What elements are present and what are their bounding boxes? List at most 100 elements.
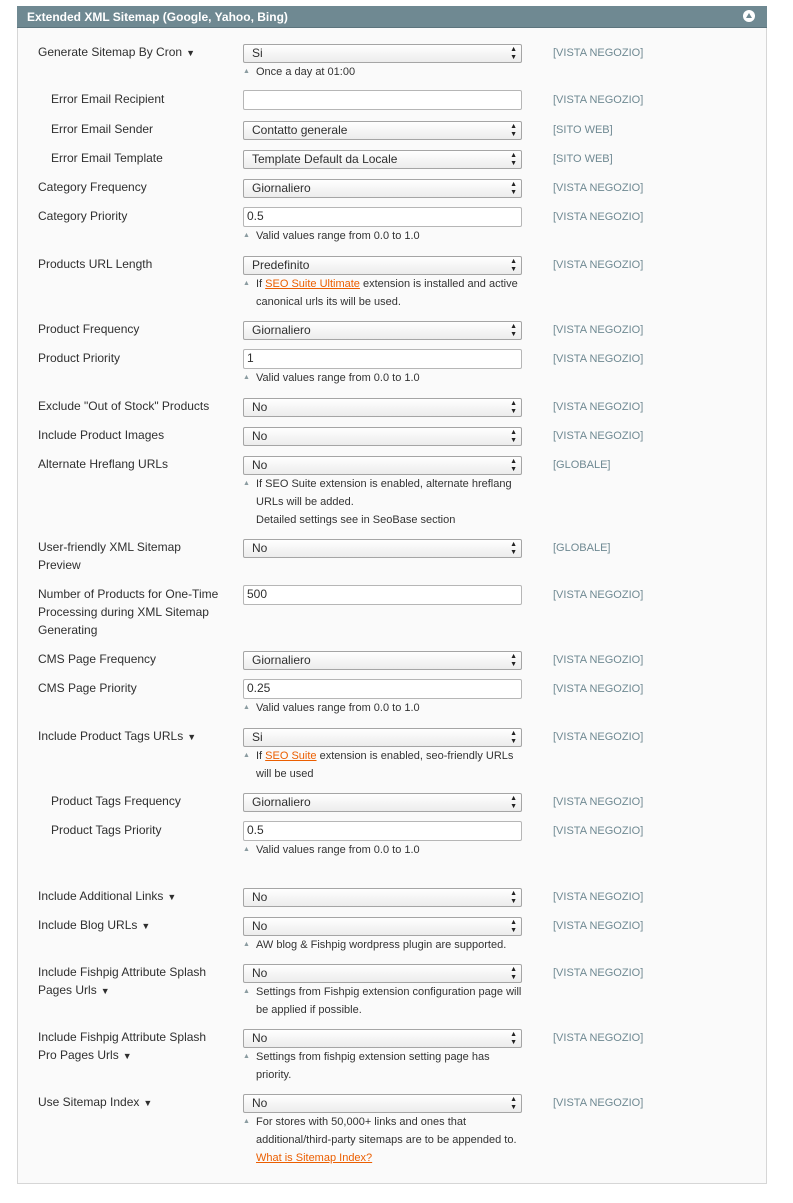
label-line: Product Frequency <box>38 322 140 336</box>
select-arrows-icon: ▲ ▼ <box>510 1031 517 1046</box>
scope-label: [VISTA NEGOZIO] <box>553 259 644 271</box>
error-email-sender-select[interactable]: Contatto generale ▲ ▼ <box>243 121 522 140</box>
label-line: Preview <box>38 558 81 572</box>
chevron-down-icon[interactable]: ▼ <box>123 1051 132 1061</box>
include-fishpig-splash-label: Include Fishpig Attribute Splash Pages Ur… <box>38 963 238 1000</box>
include-additional-links-label: Include Additional Links ▼ <box>38 887 238 906</box>
select-arrows-icon: ▲ ▼ <box>510 890 517 905</box>
products-url-length-label: Products URL Length <box>38 255 238 273</box>
note-text: Settings from Fishpig extension configur… <box>256 986 522 998</box>
error-email-recipient-input[interactable] <box>243 90 522 110</box>
include-blog-urls-select[interactable]: No ▲ ▼ <box>243 917 522 936</box>
cms-page-frequency-select[interactable]: Giornaliero ▲ ▼ <box>243 651 522 670</box>
cms-page-priority-input[interactable]: 0.25 <box>243 679 522 699</box>
note-text: Valid values range from 0.0 to 1.0 <box>256 372 420 384</box>
product-tags-priority-input[interactable]: 0.5 <box>243 821 522 841</box>
include-product-images-select[interactable]: No ▲ ▼ <box>243 427 522 446</box>
chevron-down-icon[interactable]: ▼ <box>167 892 176 902</box>
products-url-length-select[interactable]: Predefinito ▲ ▼ <box>243 256 522 275</box>
label-line: CMS Page Frequency <box>38 652 157 666</box>
include-blog-urls-label: Include Blog URLs ▼ <box>38 916 238 935</box>
scope-label: [SITO WEB] <box>553 124 613 136</box>
section-title: Extended XML Sitemap (Google, Yahoo, Bin… <box>27 10 288 24</box>
generate-sitemap-by-cron-select[interactable]: Si ▲ ▼ <box>243 44 522 63</box>
exclude-out-of-stock-select[interactable]: No ▲ ▼ <box>243 398 522 417</box>
chevron-down-icon[interactable]: ▼ <box>187 732 196 742</box>
chevron-down-icon[interactable]: ▼ <box>143 1098 152 1108</box>
select-value: No <box>252 1096 268 1110</box>
label-line: Product Priority <box>38 351 121 365</box>
select-value: Giornaliero <box>252 181 311 195</box>
use-sitemap-index-select[interactable]: No ▲ ▼ <box>243 1094 522 1113</box>
cms-page-frequency-label: CMS Page Frequency <box>38 650 238 668</box>
label-line: Pro Pages Urls <box>38 1048 119 1062</box>
alternate-hreflang-urls-select[interactable]: No ▲ ▼ <box>243 456 522 475</box>
include-fishpig-splash-pro-note: Settings from fishpig extension setting … <box>243 1048 531 1084</box>
collapse-icon[interactable] <box>743 10 755 22</box>
scope-label: [SITO WEB] <box>553 153 613 165</box>
label-line: Products URL Length <box>38 257 153 271</box>
chevron-down-icon[interactable]: ▼ <box>141 921 150 931</box>
what-is-sitemap-index-link[interactable]: What is Sitemap Index? <box>256 1152 372 1164</box>
category-priority-input[interactable]: 0.5 <box>243 207 522 227</box>
label-line: Product Tags Priority <box>51 823 162 837</box>
label-line: Alternate Hreflang URLs <box>38 457 169 471</box>
input-value: 0.5 <box>247 209 264 223</box>
note-text: If <box>256 750 266 762</box>
label-line: Generating <box>38 623 98 637</box>
category-frequency-select[interactable]: Giornaliero ▲ ▼ <box>243 179 522 198</box>
input-value: 500 <box>247 587 268 601</box>
note-text: For stores with 50,000+ links and ones t… <box>256 1116 467 1128</box>
user-friendly-xml-sitemap-preview-select[interactable]: No ▲ ▼ <box>243 539 522 558</box>
include-fishpig-splash-pro-select[interactable]: No ▲ ▼ <box>243 1029 522 1048</box>
number-of-products-one-time-input[interactable]: 500 <box>243 585 522 605</box>
section-header[interactable]: Extended XML Sitemap (Google, Yahoo, Bin… <box>17 6 767 28</box>
scope-label: [VISTA NEGOZIO] <box>553 401 644 413</box>
note-text: canonical urls its will be used. <box>256 296 401 308</box>
include-fishpig-splash-select[interactable]: No ▲ ▼ <box>243 964 522 983</box>
include-product-tags-urls-select[interactable]: Si ▲ ▼ <box>243 728 522 747</box>
note-text: Valid values range from 0.0 to 1.0 <box>256 230 420 242</box>
scope-label: [VISTA NEGOZIO] <box>553 731 644 743</box>
select-arrows-icon: ▲ ▼ <box>510 458 517 473</box>
select-arrows-icon: ▲ ▼ <box>510 123 517 138</box>
category-frequency-label: Category Frequency <box>38 178 238 196</box>
select-value: No <box>252 541 268 555</box>
product-tags-frequency-select[interactable]: Giornaliero ▲ ▼ <box>243 793 522 812</box>
include-product-tags-urls-label: Include Product Tags URLs ▼ <box>38 727 238 746</box>
note-link[interactable]: SEO Suite <box>265 750 316 762</box>
select-value: Template Default da Locale <box>252 152 398 166</box>
chevron-down-icon[interactable]: ▼ <box>186 48 195 58</box>
scope-label: [VISTA NEGOZIO] <box>553 324 644 336</box>
category-priority-label: Category Priority <box>38 207 238 225</box>
select-arrows-icon: ▲ ▼ <box>510 919 517 934</box>
select-value: Si <box>252 730 263 744</box>
include-product-tags-urls-note: If SEO Suite extension is enabled, seo-f… <box>243 747 531 783</box>
label-line: Use Sitemap Index <box>38 1095 140 1109</box>
note-text: Settings from fishpig extension setting … <box>256 1051 490 1063</box>
note-text: Valid values range from 0.0 to 1.0 <box>256 844 420 856</box>
label-line: Category Frequency <box>38 180 147 194</box>
include-fishpig-splash-note: Settings from Fishpig extension configur… <box>243 983 531 1019</box>
scope-label: [VISTA NEGOZIO] <box>553 211 644 223</box>
error-email-template-select[interactable]: Template Default da Locale ▲ ▼ <box>243 150 522 169</box>
scope-label: [VISTA NEGOZIO] <box>553 891 644 903</box>
note-text: additional/third-party sitemaps are to b… <box>256 1134 517 1146</box>
user-friendly-xml-sitemap-preview-label: User-friendly XML Sitemap Preview <box>38 538 238 574</box>
alternate-hreflang-urls-note: If SEO Suite extension is enabled, alter… <box>243 475 531 529</box>
scope-label: [VISTA NEGOZIO] <box>553 920 644 932</box>
select-arrows-icon: ▲ ▼ <box>510 181 517 196</box>
product-frequency-select[interactable]: Giornaliero ▲ ▼ <box>243 321 522 340</box>
chevron-down-icon[interactable]: ▼ <box>101 986 110 996</box>
include-additional-links-select[interactable]: No ▲ ▼ <box>243 888 522 907</box>
select-arrows-icon: ▲ ▼ <box>510 46 517 61</box>
note-text: URLs will be added. <box>256 496 354 508</box>
use-sitemap-index-note: For stores with 50,000+ links and ones t… <box>243 1113 531 1167</box>
select-value: Predefinito <box>252 258 310 272</box>
note-link[interactable]: SEO Suite Ultimate <box>265 278 360 290</box>
select-value: No <box>252 966 268 980</box>
product-priority-input[interactable]: 1 <box>243 349 522 369</box>
select-value: No <box>252 458 268 472</box>
select-value: No <box>252 400 268 414</box>
scope-label: [VISTA NEGOZIO] <box>553 796 644 808</box>
